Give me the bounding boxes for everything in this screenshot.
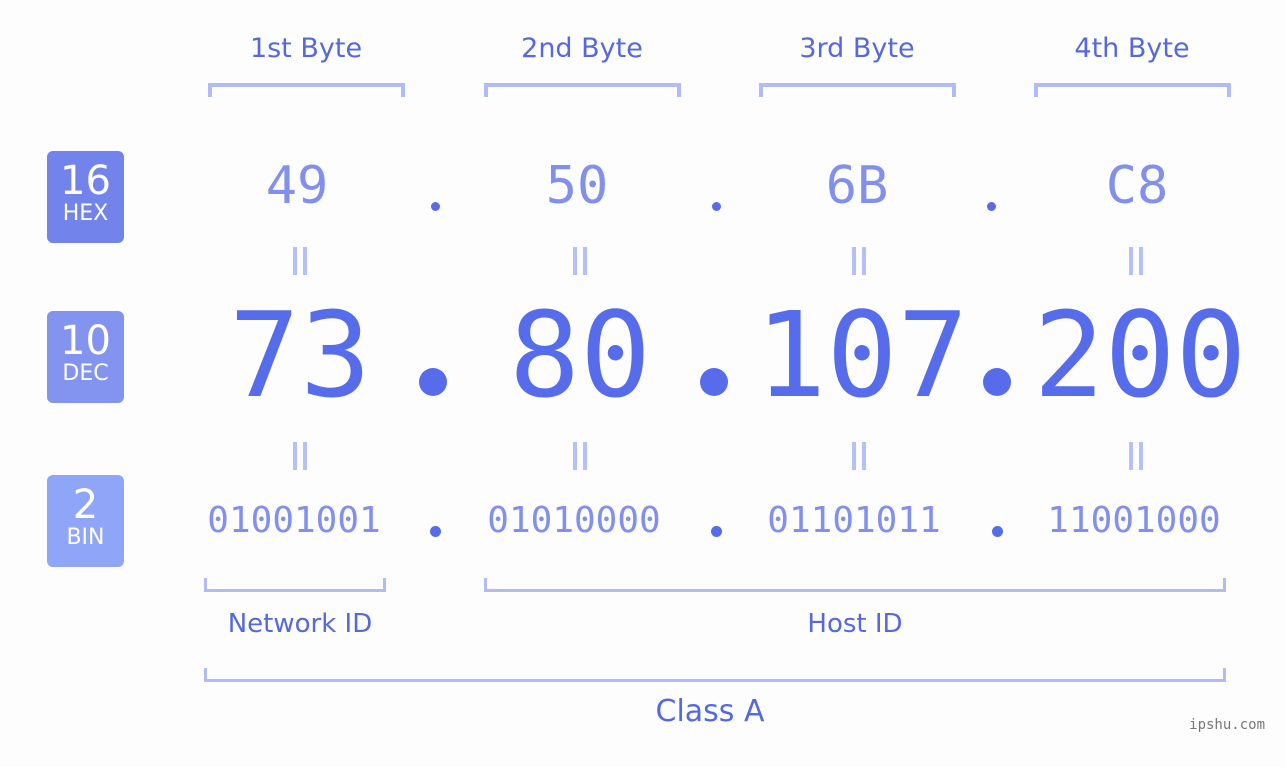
hex-value-4: C8 — [1105, 156, 1169, 216]
bin-value-4: 11001000 — [1047, 500, 1221, 541]
class-bracket — [204, 668, 1226, 682]
dec-value-4: 200 — [1033, 286, 1247, 424]
bin-badge-base: 2 — [72, 482, 99, 528]
equals-icon — [852, 247, 866, 275]
byte-bracket-4 — [1034, 83, 1231, 97]
byte-header-3: 3rd Byte — [799, 33, 915, 64]
bin-separator-dot — [992, 526, 1003, 537]
equals-icon — [573, 247, 587, 275]
hex-badge: 16 HEX — [47, 151, 124, 243]
byte-bracket-1 — [208, 83, 405, 97]
equals-icon — [293, 442, 307, 470]
dec-separator-dot — [983, 368, 1011, 396]
dec-separator-dot — [700, 368, 728, 396]
equals-icon — [1129, 247, 1143, 275]
equals-icon — [852, 442, 866, 470]
byte-header-4: 4th Byte — [1074, 33, 1190, 64]
bin-value-1: 01001001 — [207, 500, 381, 541]
dec-badge-base: 10 — [60, 318, 111, 364]
bin-separator-dot — [711, 526, 722, 537]
hex-value-3: 6B — [825, 156, 889, 216]
hex-value-1: 49 — [265, 156, 329, 216]
bin-badge: 2 BIN — [47, 475, 124, 567]
equals-icon — [293, 247, 307, 275]
hex-value-2: 50 — [545, 156, 609, 216]
byte-bracket-3 — [759, 83, 956, 97]
hex-separator-dot — [431, 202, 440, 211]
host-id-bracket — [484, 578, 1226, 592]
bin-badge-label: BIN — [66, 525, 105, 550]
dec-value-1: 73 — [228, 286, 372, 424]
hex-separator-dot — [987, 202, 996, 211]
dec-badge-label: DEC — [62, 361, 109, 386]
equals-icon — [1129, 442, 1143, 470]
hex-badge-label: HEX — [62, 201, 109, 226]
dec-separator-dot — [419, 368, 447, 396]
network-id-label: Network ID — [227, 609, 373, 639]
dec-badge: 10 DEC — [47, 311, 124, 403]
bin-value-3: 01101011 — [767, 500, 941, 541]
class-label: Class A — [655, 694, 765, 729]
bin-value-2: 01010000 — [487, 500, 661, 541]
dec-value-3: 107 — [755, 286, 969, 424]
watermark: ipshu.com — [1189, 717, 1265, 733]
byte-header-1: 1st Byte — [249, 33, 363, 64]
bin-separator-dot — [430, 526, 441, 537]
hex-badge-base: 16 — [60, 158, 111, 204]
equals-icon — [573, 442, 587, 470]
byte-header-2: 2nd Byte — [521, 33, 643, 64]
host-id-label: Host ID — [807, 609, 903, 639]
dec-value-2: 80 — [508, 286, 652, 424]
network-id-bracket — [204, 578, 386, 592]
hex-separator-dot — [712, 202, 721, 211]
byte-bracket-2 — [484, 83, 681, 97]
